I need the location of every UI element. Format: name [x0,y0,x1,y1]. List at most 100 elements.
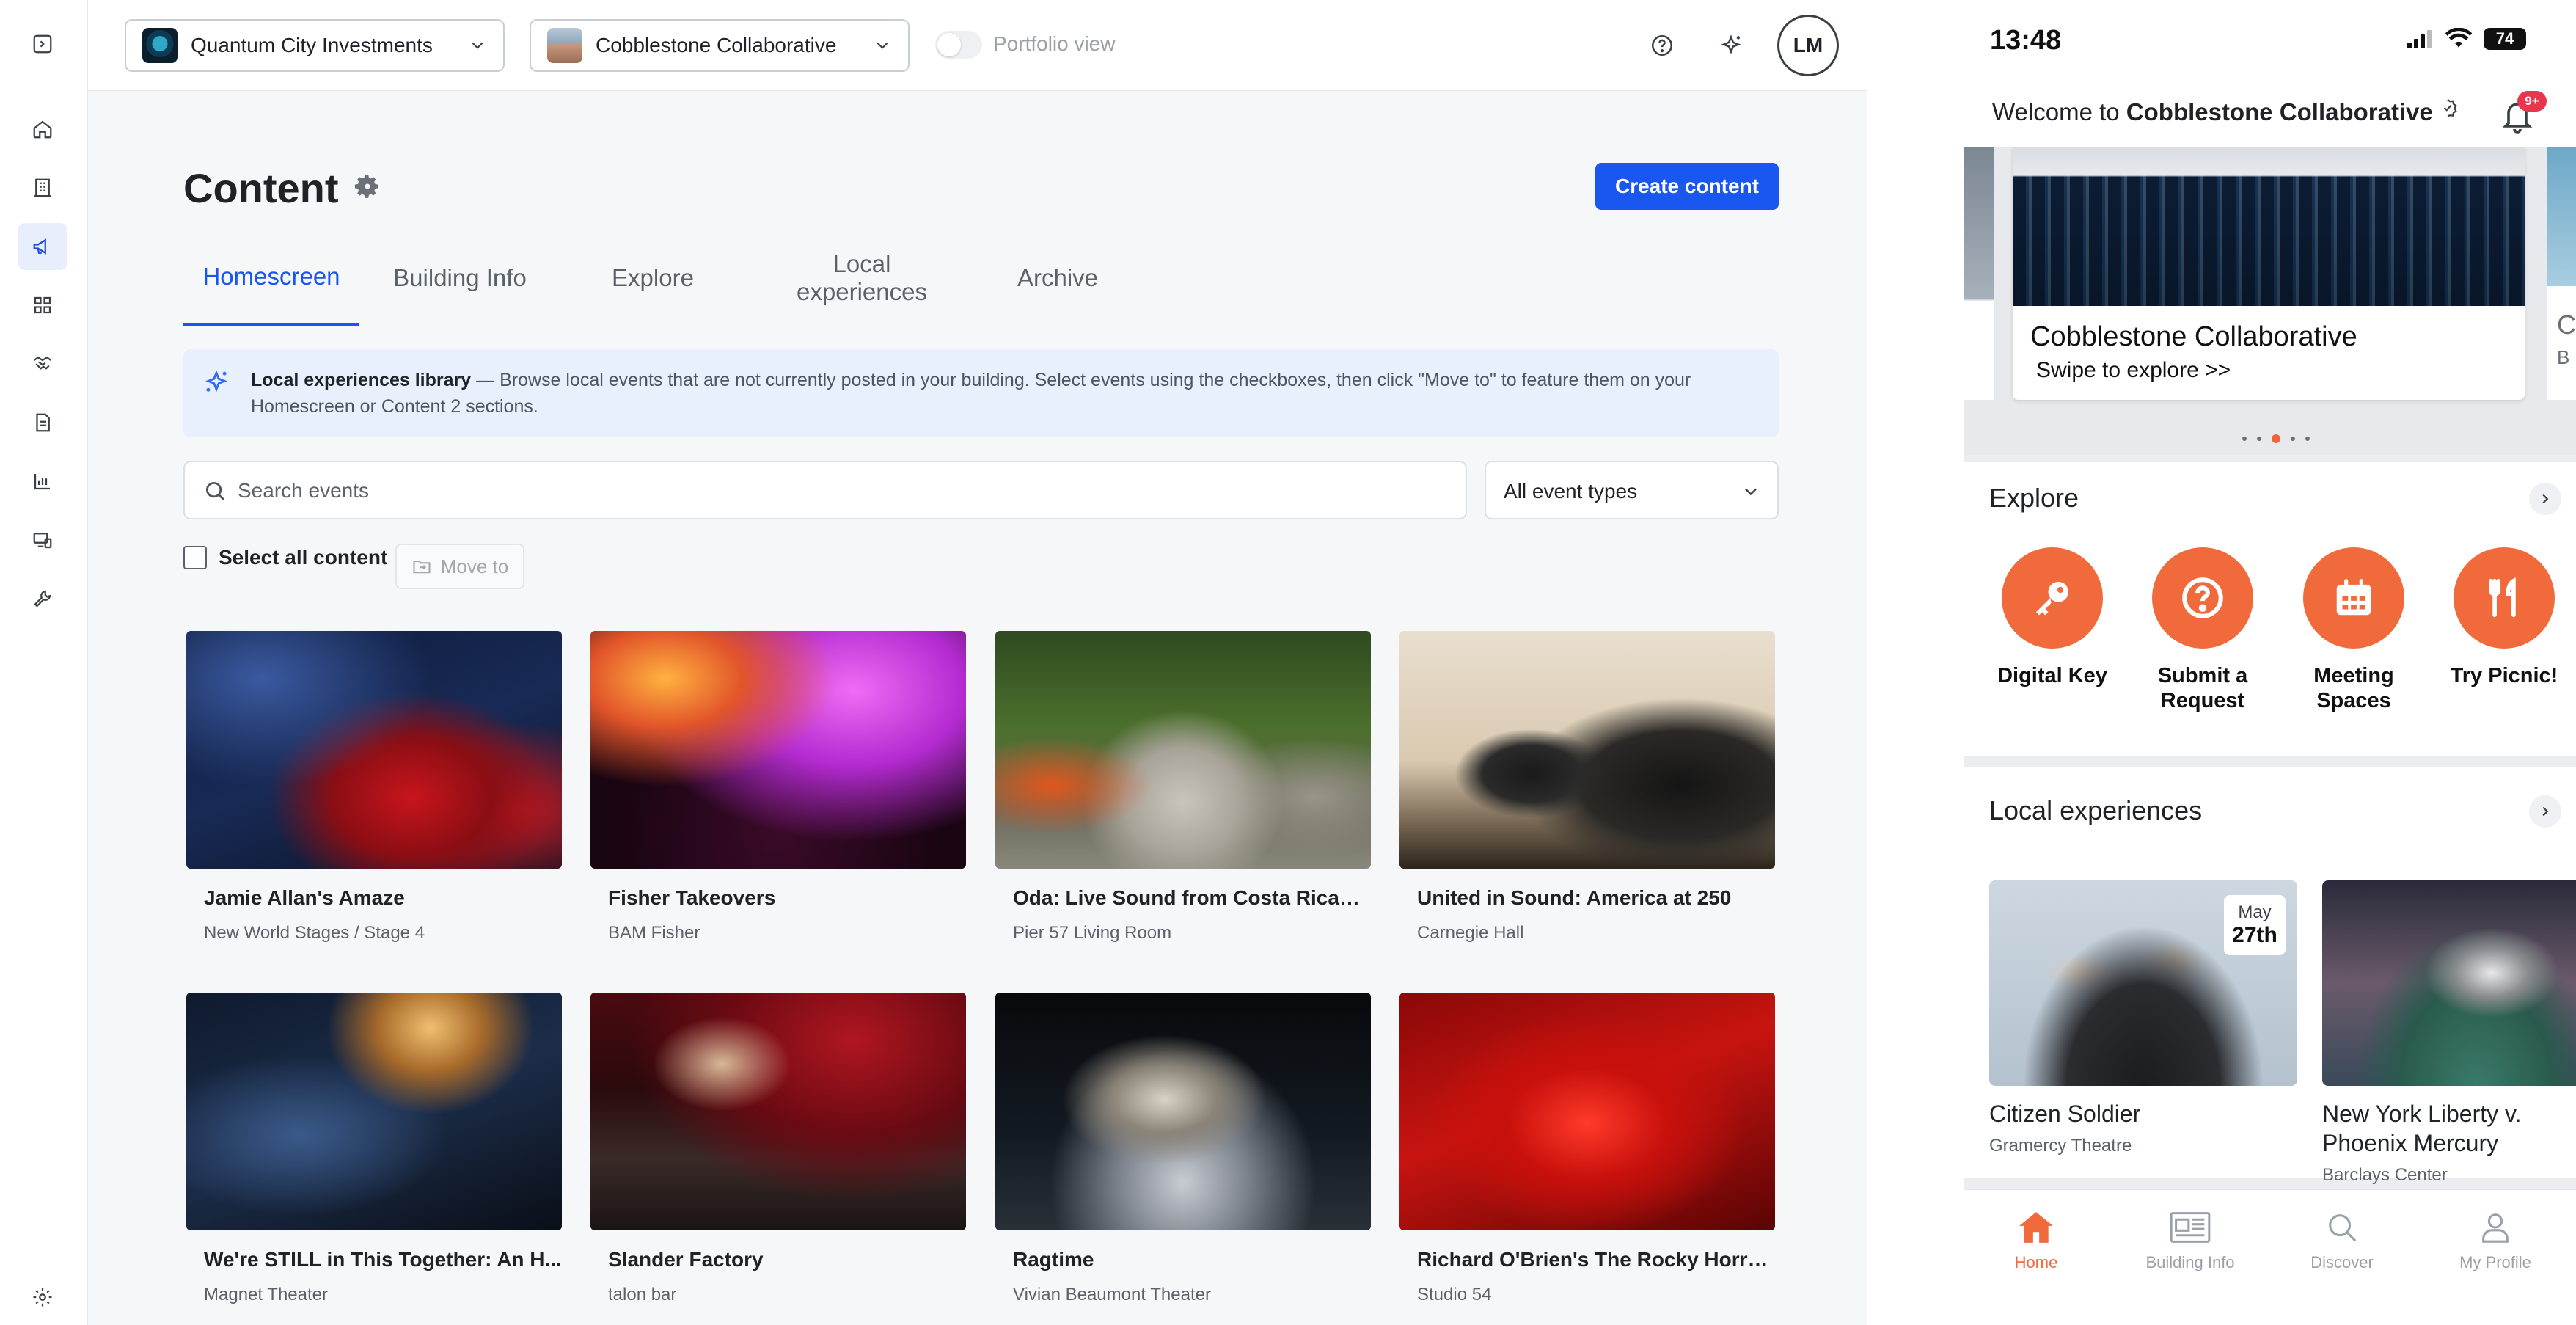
event-card[interactable]: Oda: Live Sound from Costa Rican ... Pie… [995,631,1371,943]
nav-home[interactable]: Home [1970,1209,2102,1272]
sidebar-item-apps[interactable] [18,282,67,329]
explore-meeting-spaces[interactable]: Meeting Spaces [2288,547,2420,713]
chart-icon [34,474,50,490]
local-experiences-more-button[interactable] [2529,795,2561,828]
event-card[interactable]: We're STILL in This Together: An H... Ma… [186,993,562,1305]
tab-homescreen[interactable]: Homescreen [183,230,359,326]
newspaper-icon [2170,1209,2211,1246]
event-card[interactable]: Richard O'Brien's The Rocky Horror ... S… [1399,993,1775,1305]
sidebar-item-documents[interactable] [18,399,67,446]
explore-try-picnic[interactable]: Try Picnic! [2438,547,2570,688]
nav-building-info[interactable]: Building Info [2124,1209,2256,1272]
ai-assistant-button[interactable] [1708,22,1754,69]
hero-carousel[interactable]: Cobblestone Collaborative Swipe to explo… [1964,147,2576,455]
event-card[interactable]: Ragtime Vivian Beaumont Theater [995,993,1371,1305]
sidebar-item-partners[interactable] [18,340,67,387]
event-card[interactable]: Slander Factory talon bar [590,993,966,1305]
question-icon [2152,547,2253,649]
welcome-text: Welcome to Cobblestone Collaborative [1992,98,2433,126]
building-selector[interactable]: Cobblestone Collaborative [530,19,910,72]
event-title: United in Sound: America at 250 [1417,886,1732,909]
carousel-dot-active[interactable] [2272,434,2280,443]
local-experience-card[interactable]: May 27th Citizen Soldier Gramercy Theatr… [1989,880,2297,1156]
event-image [186,631,562,869]
event-title: Jamie Allan's Amaze [204,886,405,909]
tab-building-info[interactable]: Building Info [376,230,544,326]
bottom-nav: Home Building Info Discover My Profile [1964,1189,2576,1325]
megaphone-icon [33,238,46,255]
event-title: Ragtime [1013,1248,1094,1271]
explore-submit-request[interactable]: Submit a Request [2137,547,2269,713]
select-all: Select all content [183,546,387,569]
tab-archive[interactable]: Archive [984,230,1131,326]
content-settings-button[interactable] [354,172,381,200]
local-experience-card[interactable]: M 2 New York Liberty v. Phoenix Mercury … [2322,880,2576,1186]
tab-local-experiences[interactable]: Local experiences [785,230,939,326]
building-thumbnail [547,28,582,63]
portfolio-label: Portfolio view [993,32,1116,55]
create-content-button[interactable]: Create content [1595,163,1779,210]
top-bar: Quantum City Investments Cobblestone Col… [88,0,1867,91]
explore-digital-key[interactable]: Digital Key [1986,547,2118,688]
sidebar-item-content[interactable] [18,223,67,270]
apps-icon [34,296,51,314]
hero-card[interactable]: Cobblestone Collaborative Swipe to explo… [2013,147,2525,400]
org-name: Quantum City Investments [191,34,433,56]
help-button[interactable] [1639,22,1686,69]
battery-indicator: 74 [2484,28,2526,50]
event-image [995,993,1371,1230]
sidebar-item-settings[interactable] [18,1274,67,1321]
event-card[interactable]: Fisher Takeovers BAM Fisher [590,631,966,943]
collapse-sidebar-button[interactable] [18,21,67,67]
move-to-label: Move to [440,555,509,577]
org-selector[interactable]: Quantum City Investments [125,19,505,72]
sidebar-item-tools[interactable] [18,575,67,622]
local-experience-image: May 27th [1989,880,2297,1086]
notification-badge: 9+ [2517,91,2547,112]
sidebar-item-devices[interactable] [18,517,67,563]
handshake-icon [34,356,51,370]
select-all-checkbox[interactable] [183,546,207,569]
event-title: We're STILL in This Together: An H... [204,1248,562,1271]
explore-label: Meeting Spaces [2313,664,2394,712]
sidebar-item-buildings[interactable] [18,164,67,211]
filter-label: All event types [1504,480,1638,503]
content-page: Content Create content Homescreen Buildi… [88,91,1867,1325]
explore-title: Explore [1989,483,2079,513]
sidebar-item-home[interactable] [18,106,67,153]
carousel-dot[interactable] [2305,437,2310,441]
event-card[interactable]: Jamie Allan's Amaze New World Stages / S… [186,631,562,943]
carousel-dot[interactable] [2242,437,2247,441]
date-month: May [2238,902,2272,922]
event-card[interactable]: United in Sound: America at 250 Carnegie… [1399,631,1775,943]
content-tabs: Homescreen Building Info Explore Local e… [183,230,1779,326]
event-image [1399,993,1775,1230]
explore-more-button[interactable] [2529,483,2561,515]
nav-my-profile[interactable]: My Profile [2429,1209,2561,1272]
home-icon [2016,1209,2057,1246]
local-experience-image: M 2 [2322,880,2576,1086]
page-title: Content [183,165,339,211]
nav-label: My Profile [2459,1253,2531,1271]
signal-icon [2407,30,2432,48]
tab-explore[interactable]: Explore [579,230,726,326]
status-time: 13:48 [1990,25,2062,56]
help-icon [1651,34,1673,56]
sidebar-item-analytics[interactable] [18,458,67,505]
chevron-down-icon [1745,488,1757,496]
carousel-dot[interactable] [2291,437,2295,441]
move-to-button[interactable]: Move to [395,544,524,589]
org-logo [142,28,178,63]
event-venue: BAM Fisher [608,923,700,943]
next-card-peek: C B [2547,147,2576,400]
event-type-filter[interactable]: All event types [1485,461,1779,519]
carousel-dot[interactable] [2257,437,2261,441]
search-icon [2321,1209,2363,1246]
search-input[interactable] [238,471,1448,511]
portfolio-toggle[interactable] [935,31,982,59]
event-venue: Carnegie Hall [1417,923,1524,943]
user-avatar[interactable]: LM [1777,15,1839,76]
phone-preview: 13:48 74 Welcome to Cobblestone Collabor… [1867,0,2576,1325]
nav-discover[interactable]: Discover [2276,1209,2408,1272]
wrench-icon [34,590,51,607]
